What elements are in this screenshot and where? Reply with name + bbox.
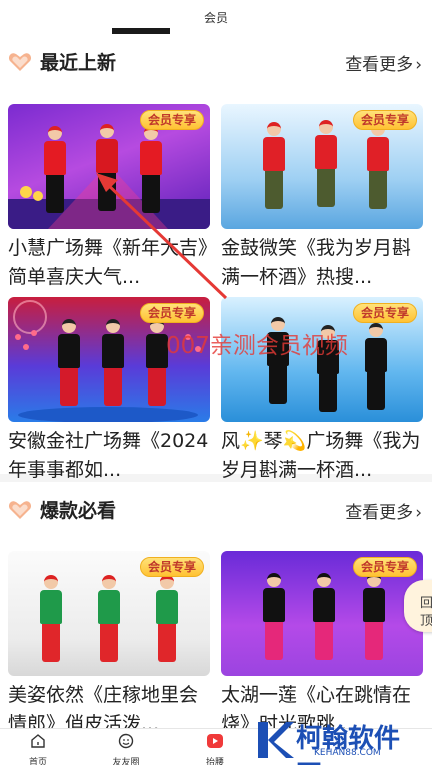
watermark-url: KEHAN88.COM bbox=[314, 748, 381, 758]
annotation-caption: 007亲测会员视频 bbox=[166, 333, 348, 359]
back-to-top-label: 顶 bbox=[420, 614, 432, 629]
back-to-top-label: 回 bbox=[420, 596, 432, 611]
tab-label: 首页 bbox=[28, 758, 47, 765]
back-to-top-button[interactable]: 回 顶 bbox=[404, 580, 432, 632]
tab-member[interactable]: 抬腰 bbox=[180, 733, 250, 765]
tab-label: 友友圈 bbox=[112, 758, 140, 765]
tab-label: 抬腰 bbox=[205, 758, 224, 765]
home-icon bbox=[31, 734, 45, 748]
watermark-k-icon bbox=[258, 722, 294, 758]
play-icon bbox=[207, 734, 223, 748]
tab-friends[interactable]: 友友圈 bbox=[91, 733, 161, 765]
smile-icon bbox=[118, 733, 134, 749]
annotation-arrow bbox=[96, 173, 228, 300]
tab-home[interactable]: 首页 bbox=[3, 733, 73, 765]
watermark-logo: 柯翰软件园 KEHAN88.COM bbox=[254, 716, 424, 765]
